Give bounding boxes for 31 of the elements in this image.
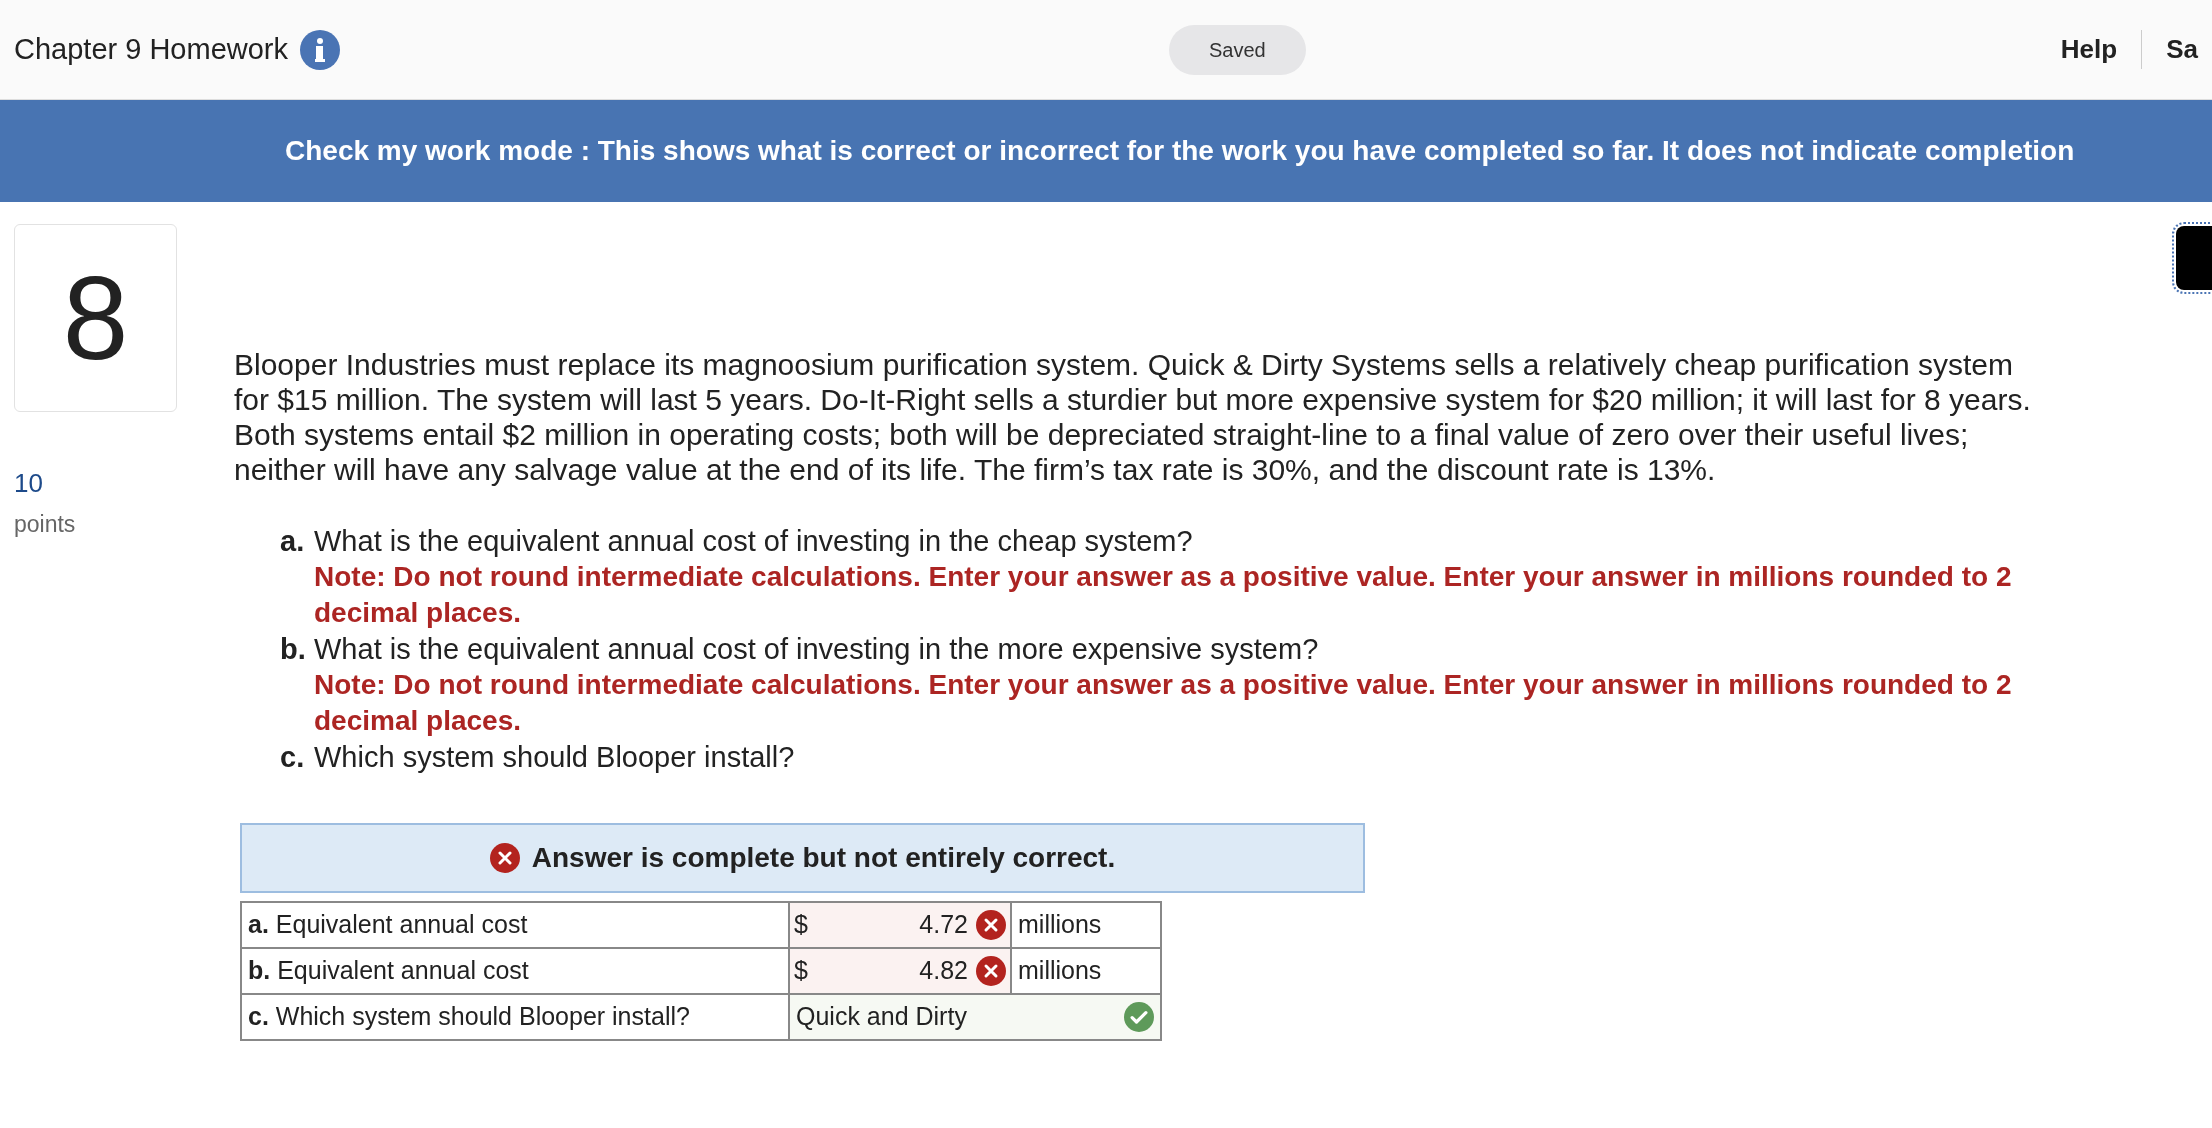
part-letter: c. bbox=[280, 740, 306, 775]
result-message: Answer is complete but not entirely correct. bbox=[531, 841, 1116, 875]
part-letter: b. bbox=[280, 632, 307, 667]
unit-label: millions bbox=[1011, 902, 1161, 948]
choice-value: Quick and Dirty bbox=[796, 1001, 967, 1033]
answer-value: 4.72 bbox=[918, 909, 968, 941]
answer-input[interactable]: $ 4.82 bbox=[789, 948, 1011, 994]
saved-status: Saved bbox=[1169, 24, 1306, 75]
points-label: points bbox=[14, 510, 77, 539]
part-note: Note: Do not round intermediate calculations. Enter your answer as a positive value. Enter your answer in millions rounded to 2 decimal places. bbox=[314, 560, 2013, 630]
part-question: What is the equivalent annual cost of investing in the cheap system? bbox=[314, 524, 1194, 559]
question-number: 8 bbox=[14, 224, 177, 412]
answer-label: a. Equivalent annual cost bbox=[241, 902, 789, 948]
currency-sign: $ bbox=[794, 955, 808, 987]
part-letter: a. bbox=[280, 524, 306, 559]
save-link[interactable]: Sa bbox=[2142, 30, 2198, 69]
info-icon[interactable] bbox=[300, 29, 340, 70]
question-text: Blooper Industries must replace its magnoosium purification system. Quick & Dirty Systems sells a relatively cheap purification system for $15 million. The system will last 5 years. Do-It-Right sells a sturdier but more expensive system for $20 million; it will last for 8 years. Both systems entail $2 million in operating costs; both will be depreciated straight-line to a final value of zero over their useful lives; neither will have any salvage value at the end of its life. The firm’s tax rate is 30%, and the discount rate is 13%. bbox=[234, 347, 2032, 487]
answer-label: c. Which system should Blooper install? bbox=[241, 994, 789, 1040]
part-question: What is the equivalent annual cost of investing in the more expensive system? bbox=[314, 632, 1320, 667]
answer-choice[interactable]: Quick and Dirty bbox=[789, 994, 1161, 1040]
assignment-title: Chapter 9 Homework bbox=[14, 31, 288, 67]
answer-input[interactable]: $ 4.72 bbox=[789, 902, 1011, 948]
points-value: 10 bbox=[14, 467, 44, 500]
currency-sign: $ bbox=[794, 909, 808, 941]
part-question: Which system should Blooper install? bbox=[314, 740, 795, 775]
check-mode-banner: Check my work mode : This shows what is correct or incorrect for the work you have completed so far. It does not indicate completion bbox=[0, 100, 2212, 202]
part-note: Note: Do not round intermediate calculations. Enter your answer as a positive value. Enter your answer in millions rounded to 2 decimal places. bbox=[314, 668, 2013, 738]
answer-label: b. Equivalent annual cost bbox=[241, 948, 789, 994]
answer-value: 4.82 bbox=[918, 955, 968, 987]
help-link[interactable]: Help bbox=[2060, 30, 2143, 69]
